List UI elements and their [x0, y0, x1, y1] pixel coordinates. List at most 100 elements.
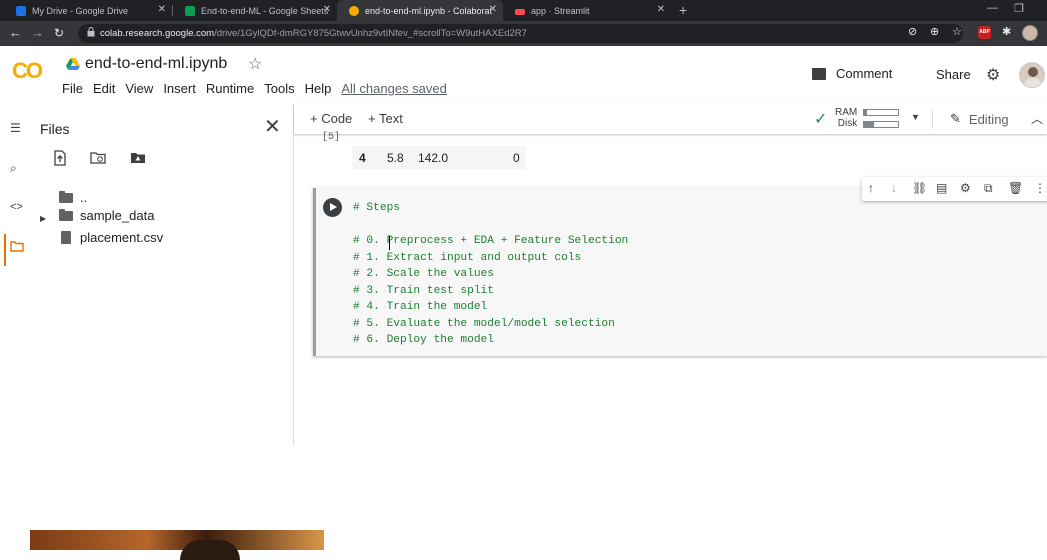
close-icon[interactable]: ✕ — [264, 114, 281, 139]
search-icon[interactable]: ⌕ — [10, 161, 17, 176]
move-down-icon[interactable]: ↓ — [891, 181, 897, 195]
refresh-folder-icon[interactable] — [90, 150, 106, 166]
maximize-icon[interactable]: ❐ — [1014, 2, 1024, 15]
collapse-header-icon[interactable]: ︿ — [1031, 110, 1043, 127]
tree-item-parent[interactable]: .. — [59, 190, 87, 205]
notebook-title[interactable]: end-to-end-ml.ipynb — [85, 55, 227, 73]
code-line: # 6. Deploy the model — [353, 334, 494, 346]
code-line: # Steps — [353, 202, 400, 214]
menu-help[interactable]: Help — [305, 81, 332, 96]
close-tab-icon[interactable]: ✕ — [657, 4, 665, 15]
mirror-cell-icon[interactable]: ⧉ — [984, 181, 993, 195]
dataframe-row: 4 5.8 142.0 0 — [352, 146, 526, 169]
menu-runtime[interactable]: Runtime — [206, 81, 254, 96]
close-tab-icon[interactable]: ✕ — [489, 4, 497, 15]
new-tab-button[interactable]: + — [679, 2, 687, 18]
back-icon[interactable]: ← — [9, 25, 22, 41]
browser-tab-sheets[interactable]: End-to-end-ML - Google Sheets ✕ — [173, 0, 337, 21]
google-sheets-icon — [185, 5, 195, 16]
chevron-down-icon[interactable]: ▼ — [911, 112, 920, 122]
code-line: # 2. Scale the values — [353, 268, 494, 280]
menu-edit[interactable]: Edit — [93, 81, 115, 96]
address-bar[interactable]: colab.research.google.com/drive/1GylQDf-… — [78, 24, 963, 43]
tab-title: app · Streamlit — [531, 5, 590, 16]
code-editor[interactable]: # Steps # 0. Preprocess + EDA + Feature … — [353, 200, 628, 349]
adblock-extension-icon[interactable]: ABP — [978, 26, 991, 39]
star-icon[interactable]: ☆ — [248, 54, 262, 74]
code-line: # 5. Evaluate the model/model selection — [353, 317, 615, 330]
toolbar-divider — [932, 109, 933, 129]
add-text-cell-button[interactable]: + Text — [368, 111, 403, 126]
account-avatar[interactable] — [1019, 62, 1045, 88]
delete-icon[interactable]: 🗑 — [1008, 181, 1023, 195]
tab-title: My Drive - Google Drive — [32, 5, 129, 16]
cell-toolbar: ↑ ↓ ⛓ ▤ ⚙ ⧉ 🗑 ⋮ — [862, 177, 1047, 201]
editing-mode-button[interactable]: ✎ Editing — [950, 111, 1009, 127]
files-panel-title: Files — [40, 121, 70, 137]
ram-usage-bar — [863, 109, 899, 116]
menu-file[interactable]: File — [62, 81, 83, 96]
save-status-link[interactable]: All changes saved — [341, 81, 447, 96]
mount-drive-icon[interactable] — [130, 150, 146, 166]
reload-icon[interactable]: ↻ — [54, 25, 64, 41]
add-code-cell-button[interactable]: + Code — [310, 111, 352, 126]
table-cell: 5.8 — [387, 150, 404, 165]
share-button[interactable]: Share — [936, 67, 971, 82]
table-cell: 142.0 — [418, 150, 449, 165]
browser-profile-avatar[interactable] — [1022, 25, 1038, 41]
bookmark-star-icon[interactable]: ☆ — [952, 25, 962, 38]
link-icon[interactable]: ⛓ — [912, 181, 927, 195]
more-options-icon[interactable]: ⋮ — [1034, 181, 1046, 195]
run-cell-button[interactable] — [323, 198, 342, 217]
table-of-contents-icon[interactable]: ☰ — [10, 121, 21, 135]
code-snippets-icon[interactable]: <> — [10, 201, 23, 213]
active-indicator — [4, 234, 6, 266]
files-folder-icon[interactable] — [10, 241, 24, 255]
colab-header: CO end-to-end-ml.ipynb ☆ File Edit View … — [0, 46, 1047, 104]
comment-button[interactable]: Comment — [812, 66, 892, 81]
menu-bar: File Edit View Insert Runtime Tools Help… — [62, 81, 457, 96]
tree-item-placement-csv[interactable]: placement.csv — [59, 230, 163, 245]
files-panel: Files ✕ .. ▶ sample_data placement.csv — [30, 104, 324, 560]
browser-tab-streamlit[interactable]: app · Streamlit ✕ — [503, 0, 671, 21]
code-cell[interactable]: # Steps # 0. Preprocess + EDA + Feature … — [313, 177, 1047, 356]
tree-item-sample-data[interactable]: sample_data — [59, 208, 154, 223]
cell-settings-icon[interactable]: ⚙ — [960, 181, 971, 195]
browser-tab-drive[interactable]: My Drive - Google Drive ✕ — [4, 0, 172, 21]
menu-insert[interactable]: Insert — [163, 81, 196, 96]
move-up-icon[interactable]: ↑ — [868, 181, 874, 195]
forward-icon[interactable]: → — [31, 25, 44, 41]
row-index: 4 — [359, 150, 366, 165]
streamlit-icon — [515, 8, 525, 15]
code-line: # 1. Extract input and output cols — [353, 251, 582, 264]
close-tab-icon[interactable]: ✕ — [158, 4, 166, 15]
table-cell: 0 — [513, 150, 520, 165]
camera-blocked-icon[interactable]: ⊘ — [908, 25, 917, 38]
browser-toolbar: ← → ↻ colab.research.google.com/drive/1G… — [0, 21, 1047, 46]
close-tab-icon[interactable]: ✕ — [323, 4, 331, 15]
extensions-puzzle-icon[interactable]: ✱ — [1002, 25, 1011, 38]
left-rail: ☰ ⌕ <> — [0, 104, 30, 446]
upload-file-icon[interactable] — [52, 150, 68, 166]
comment-icon[interactable]: ▤ — [936, 181, 947, 195]
tab-title: End-to-end-ML - Google Sheets — [201, 5, 329, 16]
file-icon — [61, 231, 71, 244]
menu-tools[interactable]: Tools — [264, 81, 294, 96]
expand-caret-icon[interactable]: ▶ — [40, 214, 46, 223]
minimize-icon[interactable]: — — [987, 2, 998, 14]
disk-label: Disk — [837, 118, 858, 129]
zoom-icon[interactable]: ⊕ — [930, 25, 939, 38]
notebook-area: + Code + Text ✓ RAM Disk ▼ ✎ Editing ︿ [… — [294, 104, 1047, 446]
menu-view[interactable]: View — [125, 81, 153, 96]
webcam-overlay — [30, 530, 324, 560]
notebook-toolbar: + Code + Text ✓ RAM Disk ▼ ✎ Editing ︿ — [294, 104, 1047, 134]
resource-labels[interactable]: RAM Disk — [835, 107, 857, 129]
url-text: colab.research.google.com/drive/1GylQDf-… — [100, 28, 527, 39]
comment-label: Comment — [836, 66, 893, 81]
connected-check-icon: ✓ — [814, 111, 828, 128]
text-cursor — [389, 236, 390, 250]
code-line: # 4. Train the model — [353, 301, 488, 313]
colab-logo[interactable]: CO — [12, 58, 43, 84]
browser-tab-colab[interactable]: end-to-end-ml.ipynb - Colaborat ✕ — [337, 0, 503, 21]
settings-gear-icon[interactable]: ⚙ — [986, 65, 1000, 85]
